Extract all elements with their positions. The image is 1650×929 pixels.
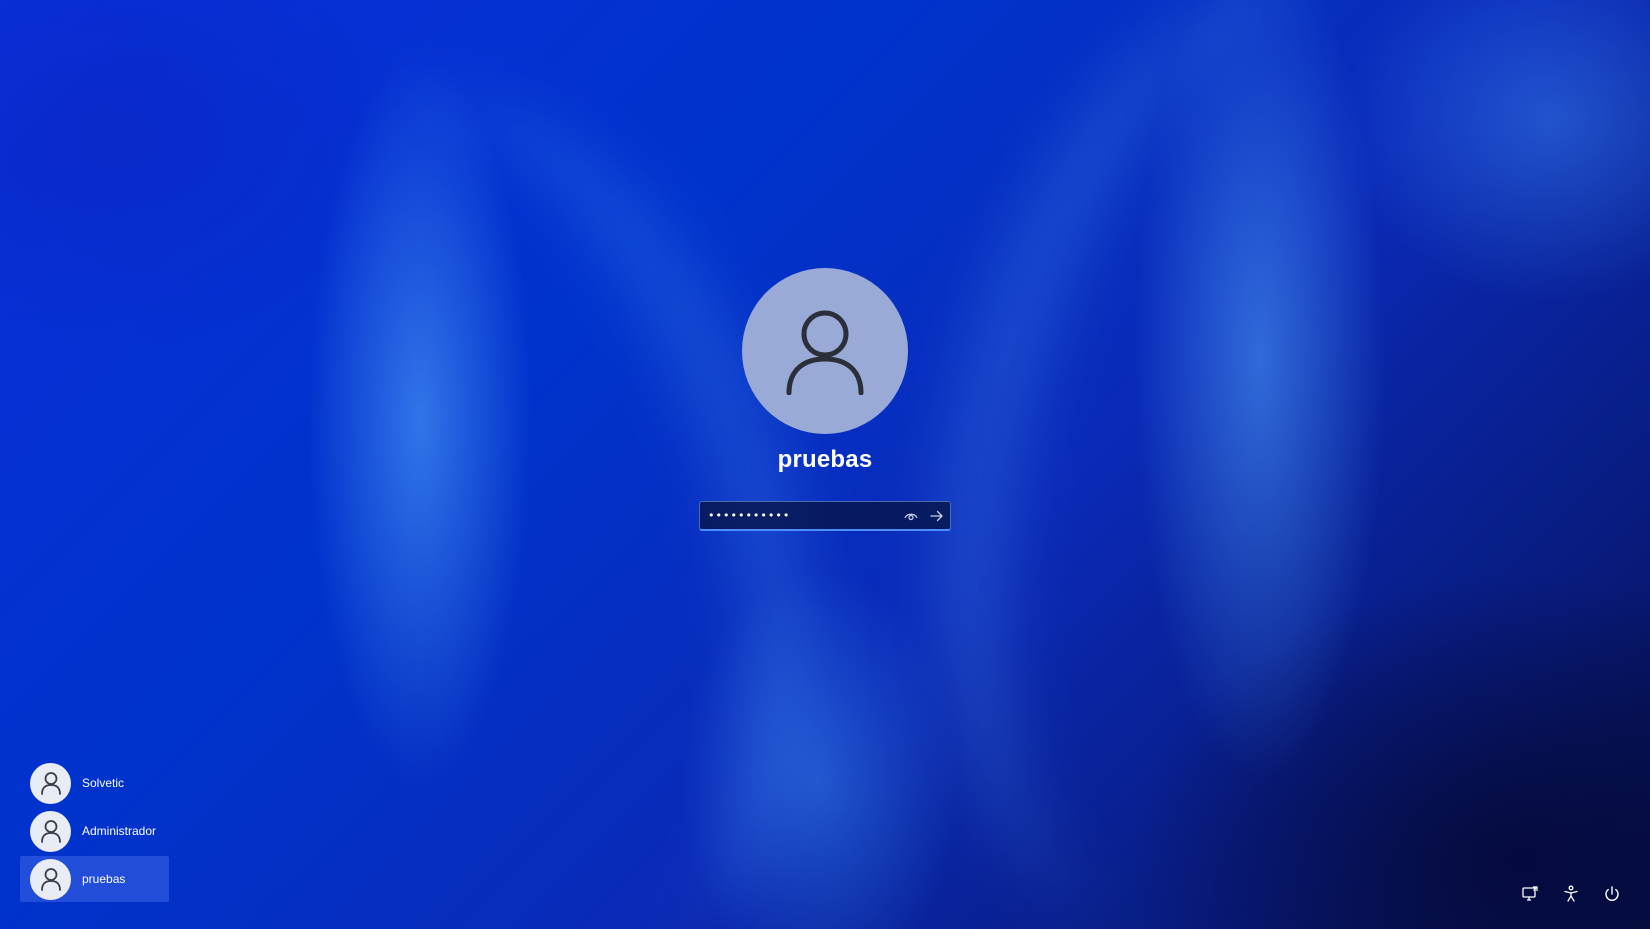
user-name: pruebas	[82, 872, 126, 886]
user-icon	[40, 772, 61, 795]
user-avatar	[30, 810, 71, 852]
password-field[interactable]	[699, 501, 951, 531]
password-input[interactable]	[700, 502, 898, 529]
reveal-password-button[interactable]	[898, 503, 924, 529]
login-username: pruebas	[777, 446, 873, 473]
user-list: Solvetic Administrador pruebas	[20, 760, 170, 904]
arrow-right-icon	[930, 510, 943, 521]
network-icon	[1522, 886, 1538, 901]
login-avatar	[742, 268, 908, 434]
submit-button[interactable]	[924, 503, 950, 529]
power-button[interactable]	[1598, 880, 1626, 908]
user-avatar	[30, 762, 71, 804]
eye-icon	[904, 513, 918, 520]
user-item-solvetic[interactable]: Solvetic	[20, 760, 169, 806]
user-name: Administrador	[82, 824, 157, 838]
user-icon	[40, 820, 61, 843]
user-item-pruebas[interactable]: pruebas	[20, 856, 169, 902]
power-icon	[1605, 886, 1619, 901]
lock-screen: pruebas Solvetic	[0, 0, 1650, 929]
accessibility-button[interactable]	[1557, 880, 1585, 908]
user-avatar	[30, 858, 71, 900]
user-icon	[40, 868, 61, 891]
user-icon	[786, 310, 864, 395]
accessibility-icon	[1564, 885, 1578, 902]
network-button[interactable]	[1516, 880, 1544, 908]
user-name: Solvetic	[82, 776, 125, 790]
user-item-administrador[interactable]: Administrador	[20, 808, 169, 854]
